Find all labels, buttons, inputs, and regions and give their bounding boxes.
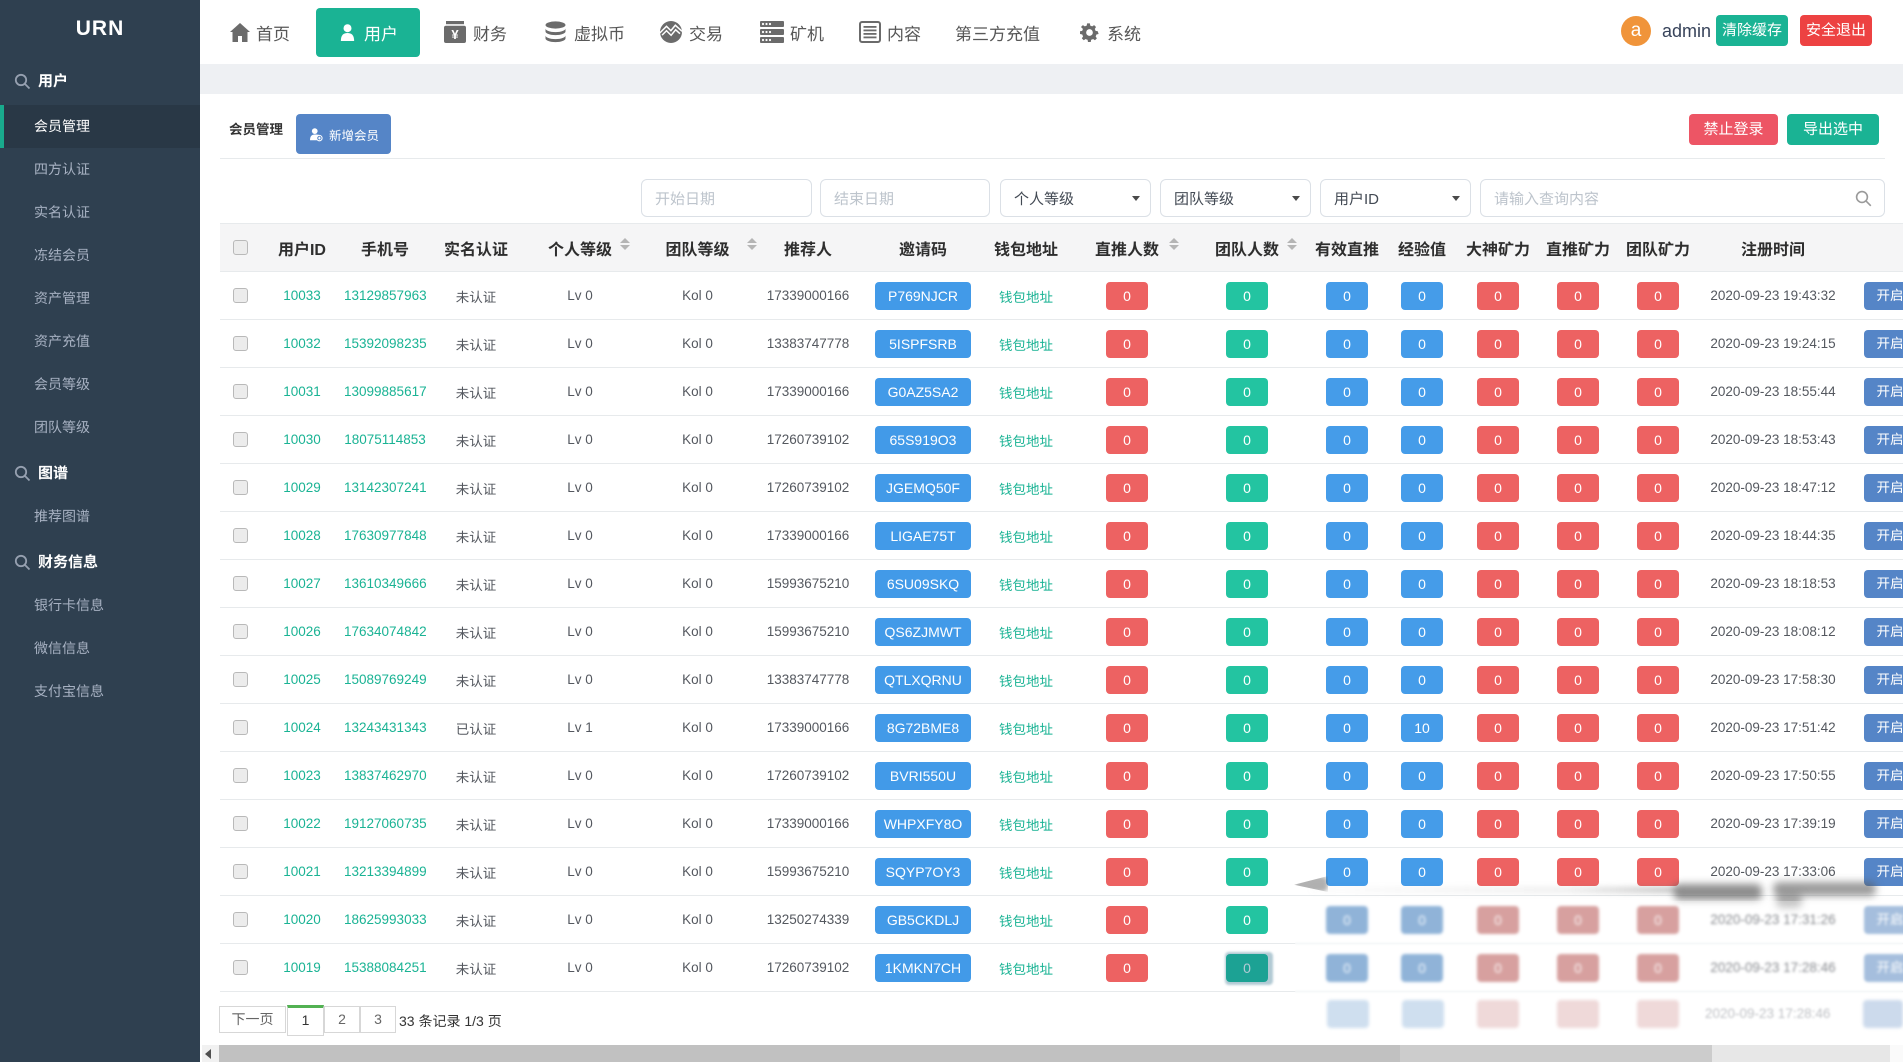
- svg-text:¥: ¥: [451, 27, 459, 42]
